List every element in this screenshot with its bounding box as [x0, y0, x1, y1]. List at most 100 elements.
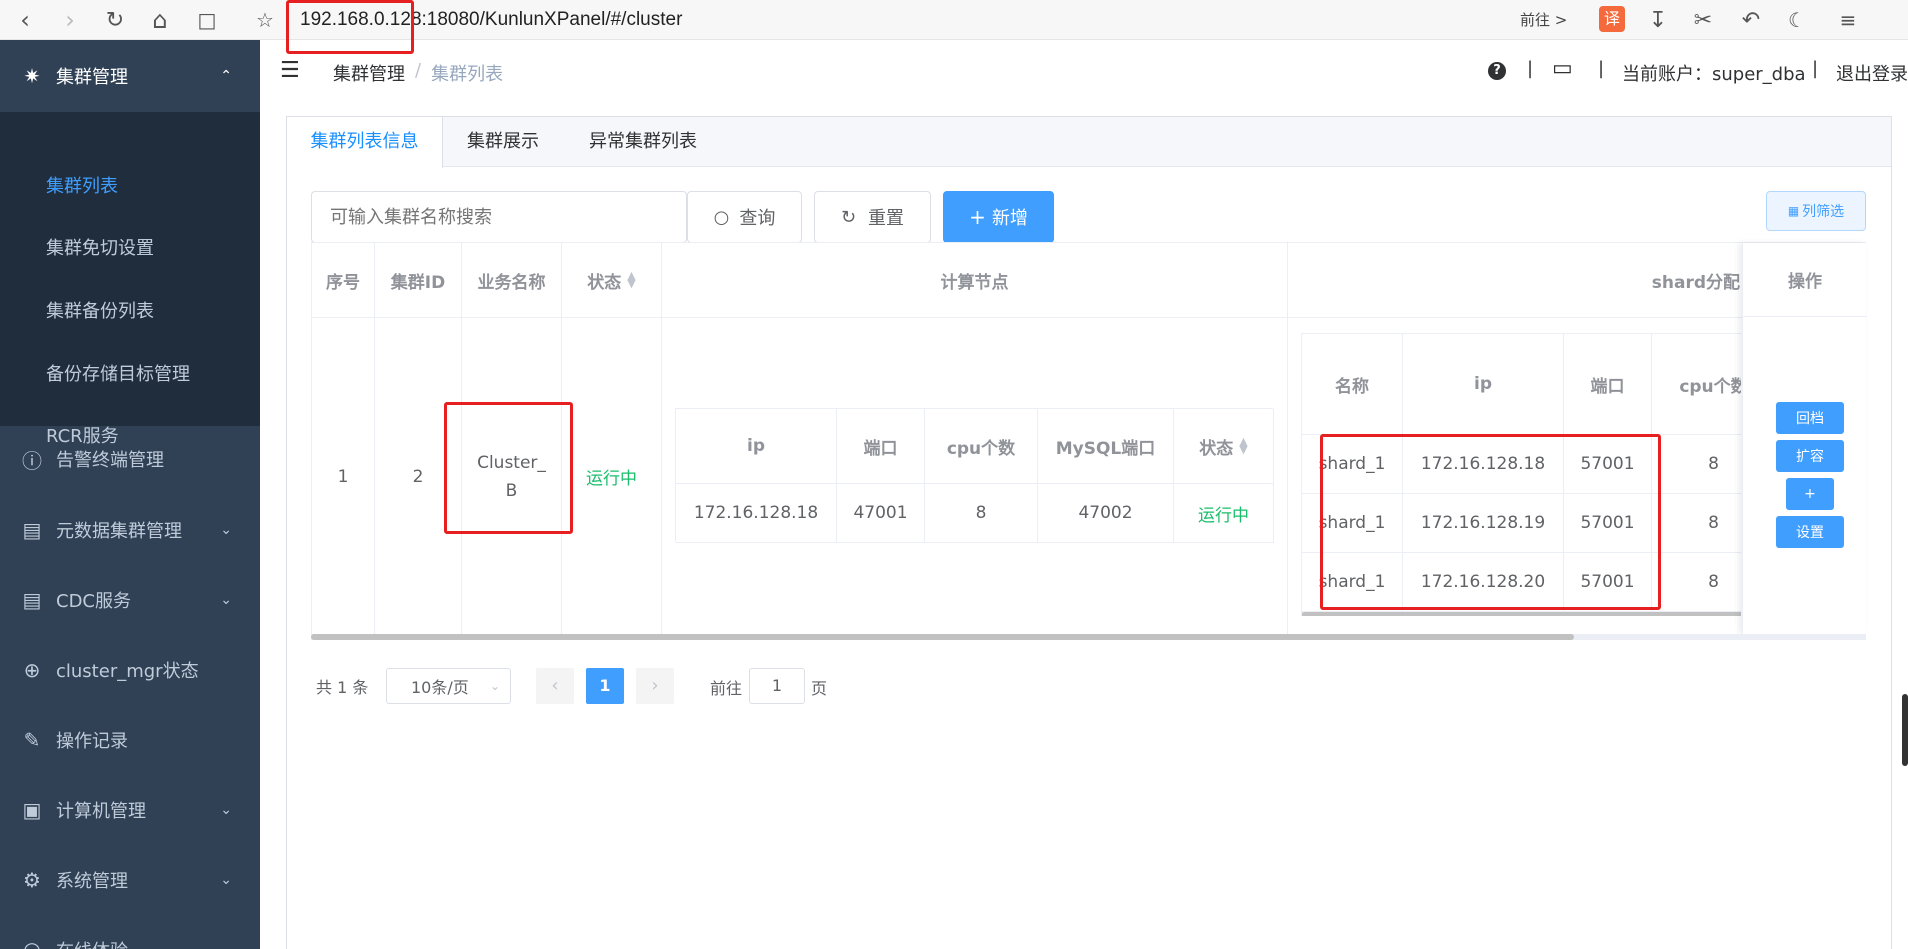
next-page-button[interactable]: ›: [636, 668, 674, 704]
shard-th-cpu: cpu个数: [1652, 334, 1741, 435]
column-filter-label: 列筛选: [1802, 204, 1845, 220]
hamburger-icon[interactable]: ☰: [280, 58, 300, 83]
chevron-down-icon: ⌄: [489, 679, 500, 693]
sidebar-item-machine[interactable]: ▣ 计算机管理 ⌄: [0, 775, 260, 845]
moon-icon[interactable]: ☾: [1782, 0, 1812, 40]
sidebar-item-label: 计算机管理: [56, 801, 146, 822]
sidebar-item-metadata[interactable]: ▤ 元数据集群管理 ⌄: [0, 495, 260, 565]
rollback-button[interactable]: 回档: [1776, 402, 1844, 434]
undo-icon[interactable]: ↶: [1733, 0, 1769, 40]
compute-th-cpu: cpu个数: [925, 409, 1038, 484]
tab-abnormal-clusters[interactable]: 异常集群列表: [589, 117, 697, 167]
star-icon[interactable]: ☆: [250, 0, 280, 40]
translate-icon[interactable]: 译: [1599, 6, 1625, 32]
add-label: 新增: [991, 208, 1028, 229]
address-bar[interactable]: 192.168.0.128:18080/KunlunXPanel/#/clust…: [300, 0, 682, 40]
page-scrollbar[interactable]: [1902, 694, 1908, 766]
sidebar-item-cdc[interactable]: ▤ CDC服务 ⌄: [0, 565, 260, 635]
sidebar-item-alert[interactable]: ⓘ 告警终端管理: [0, 424, 260, 494]
sidebar-group-label: 集群管理: [56, 67, 128, 88]
shard-td-port: 57001: [1564, 553, 1652, 612]
breadcrumb-current: 集群列表: [431, 64, 504, 85]
header-separator: |: [1598, 58, 1605, 79]
browser-toolbar: ‹ › ↻ ⌂ □ ☆ 192.168.0.128:18080/KunlunXP…: [0, 0, 1908, 54]
grid-icon: ▦: [1787, 204, 1800, 218]
shard-td-port: 57001: [1564, 494, 1652, 553]
sidebar-group-cluster[interactable]: ✷ 集群管理 ⌃: [0, 40, 260, 112]
cdc-icon: ▤: [22, 588, 42, 612]
total-count: 共 1 条: [316, 678, 369, 697]
sidebar-item-online[interactable]: ○ 在线体验: [0, 915, 260, 949]
reload-icon[interactable]: ↻: [100, 0, 130, 40]
sidebar-item-failover[interactable]: 集群免切设置: [46, 234, 154, 260]
sidebar-item-oplog[interactable]: ✎ 操作记录: [0, 705, 260, 775]
td-status: 运行中: [562, 318, 662, 636]
help-icon[interactable]: ?: [1488, 62, 1506, 80]
shard-td-cpu: 8: [1652, 435, 1741, 494]
current-account: 当前账户：super_dba: [1622, 64, 1806, 85]
logout-link[interactable]: 退出登录: [1836, 60, 1908, 86]
settings-button[interactable]: 设置: [1776, 516, 1844, 548]
page-number-button[interactable]: 1: [586, 668, 624, 704]
sidebar-item-label: cluster_mgr状态: [56, 661, 199, 682]
header-separator: |: [1812, 58, 1819, 79]
goto-label: 前往: [710, 679, 743, 698]
monitor-icon[interactable]: ▭: [1552, 56, 1573, 81]
th-status[interactable]: 状态 ▲ ▼: [562, 243, 662, 318]
sidebar-item-cluster-list[interactable]: 集群列表: [46, 172, 118, 198]
sidebar-item-label: 系统管理: [56, 871, 128, 892]
shard-td-ip: 172.16.128.19: [1403, 494, 1564, 553]
alert-icon: ⓘ: [22, 448, 42, 473]
shard-td-cpu: 8: [1652, 553, 1741, 612]
th-compute: 计算节点: [662, 243, 1288, 318]
shard-td-ip: 172.16.128.18: [1403, 435, 1564, 494]
goto-page-input[interactable]: 1: [749, 668, 805, 704]
back-icon[interactable]: ‹: [10, 0, 40, 40]
column-filter-button[interactable]: ▦ 列筛选: [1766, 191, 1866, 231]
plus-icon: +: [969, 205, 986, 229]
chevron-down-icon: ⌄: [220, 872, 232, 888]
page-size-select[interactable]: 10条/页 ⌄: [386, 668, 511, 704]
search-icon: ○: [713, 206, 730, 228]
sidebar-item-label: 元数据集群管理: [56, 521, 182, 542]
tab-cluster-info[interactable]: 集群列表信息: [287, 117, 443, 168]
scissors-icon[interactable]: ✂: [1685, 0, 1721, 40]
tab-cluster-display[interactable]: 集群展示: [467, 117, 539, 167]
breadcrumb-root[interactable]: 集群管理: [333, 60, 405, 86]
shard-th-name: 名称: [1302, 334, 1403, 435]
reader-icon[interactable]: □: [190, 0, 224, 40]
shard-scrollbar[interactable]: [1302, 612, 1741, 616]
sidebar-item-backup-target[interactable]: 备份存储目标管理: [46, 360, 190, 386]
scale-out-button[interactable]: 扩容: [1776, 440, 1844, 472]
shard-td-ip: 172.16.128.20: [1403, 553, 1564, 612]
sidebar-item-label: 告警终端管理: [56, 450, 164, 471]
shard-td-name: shard_1: [1302, 553, 1403, 612]
gear-icon: ⚙: [23, 868, 41, 892]
download-icon[interactable]: ↧: [1643, 0, 1673, 40]
go-link[interactable]: 前往 >: [1520, 0, 1567, 40]
breadcrumb: 集群管理 / 集群列表: [333, 60, 503, 86]
reset-button[interactable]: ↻ 重置: [814, 191, 931, 243]
home-icon[interactable]: ⌂: [145, 0, 175, 40]
sidebar-item-system[interactable]: ⚙ 系统管理 ⌄: [0, 845, 260, 915]
menu-icon[interactable]: ≡: [1830, 0, 1866, 40]
shard-table: 名称 ip 端口 cpu个数 shard_1 172.16.128.18 570…: [1301, 333, 1741, 616]
forward-icon[interactable]: ›: [55, 0, 85, 40]
query-button[interactable]: ○ 查询: [687, 191, 802, 243]
add-node-button[interactable]: +: [1786, 478, 1834, 510]
chevron-down-icon: ⌄: [220, 522, 232, 538]
th-cluster-id: 集群ID: [375, 243, 462, 318]
sidebar-item-cluster-mgr[interactable]: ⊕ cluster_mgr状态: [0, 635, 260, 705]
shard-th-ip: ip: [1403, 334, 1564, 435]
shard-td-cpu: 8: [1652, 494, 1741, 553]
sidebar-item-label: 在线体验: [56, 937, 128, 949]
compute-td-port: 47001: [837, 484, 925, 543]
table-scrollbar[interactable]: [311, 634, 1574, 640]
prev-page-button[interactable]: ‹: [536, 668, 574, 704]
cluster-icon: ✷: [23, 64, 41, 88]
sidebar-item-backup-list[interactable]: 集群备份列表: [46, 297, 154, 323]
compute-th-status[interactable]: 状态 ▲ ▼: [1174, 409, 1274, 484]
ops-column: 操作 回档 扩容 + 设置: [1742, 243, 1867, 634]
search-input[interactable]: [311, 191, 687, 243]
add-button[interactable]: + 新增: [943, 191, 1054, 243]
